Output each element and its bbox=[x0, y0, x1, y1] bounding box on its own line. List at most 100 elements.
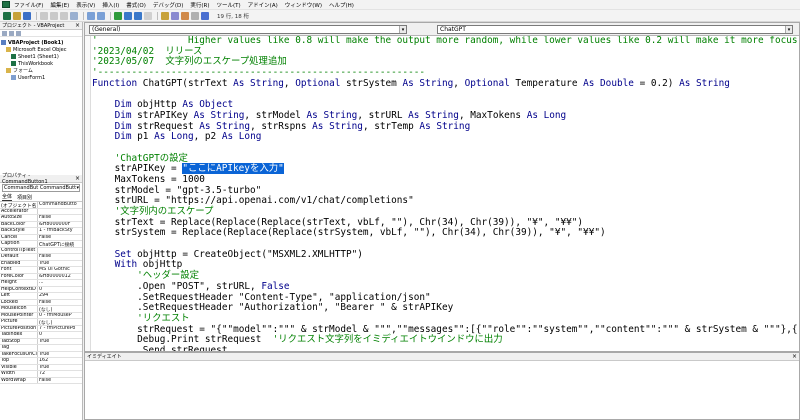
code-editor[interactable]: ' Higher values like 0.8 will make the o… bbox=[85, 36, 797, 351]
property-value[interactable]: &H80000012 bbox=[38, 274, 82, 280]
property-value[interactable]: False bbox=[38, 300, 82, 306]
procedure-combo[interactable]: ChatGPT ▾ bbox=[437, 25, 793, 34]
property-value[interactable] bbox=[38, 248, 82, 254]
code-keyword: As String bbox=[193, 109, 245, 121]
sheet-icon bbox=[11, 54, 16, 59]
object-combo[interactable]: (General) ▾ bbox=[89, 25, 407, 34]
menu-file[interactable]: ファイル(F) bbox=[14, 1, 43, 9]
undo-icon[interactable] bbox=[87, 11, 95, 20]
tab-categorized[interactable]: 項目別 bbox=[17, 194, 32, 201]
help-icon[interactable] bbox=[201, 11, 209, 20]
toolbox-icon[interactable] bbox=[191, 11, 199, 20]
close-icon[interactable]: × bbox=[75, 175, 80, 182]
excel-app-icon[interactable] bbox=[2, 1, 10, 8]
code-line[interactable] bbox=[92, 143, 797, 154]
property-value[interactable]: 0 bbox=[38, 287, 82, 293]
code-comment: 'ヘッダー設定 bbox=[92, 270, 200, 282]
tab-alphabetic[interactable]: 全体 bbox=[2, 193, 13, 201]
code-line[interactable]: Function ChatGPT(strText As String, Opti… bbox=[92, 77, 797, 90]
property-name: TabIndex bbox=[0, 332, 38, 338]
property-name: Visible bbox=[0, 364, 38, 370]
menu-format[interactable]: 書式(O) bbox=[126, 1, 146, 9]
menu-debug[interactable]: デバッグ(D) bbox=[153, 1, 184, 9]
property-value[interactable]: True bbox=[38, 365, 82, 371]
tree-item-vbaproject[interactable]: VBAProject (Book1) bbox=[1, 39, 81, 46]
property-value[interactable]: ... bbox=[38, 280, 82, 286]
menu-window[interactable]: ウィンドウ(W) bbox=[285, 1, 322, 9]
code-token: ChatGPT(strText bbox=[137, 77, 234, 89]
code-line[interactable]: .SetRequestHeader "Authorization", "Bear… bbox=[92, 302, 797, 314]
copy-icon[interactable] bbox=[50, 11, 58, 20]
property-value[interactable]: False bbox=[38, 235, 82, 241]
properties-tabs: 全体 項目別 bbox=[0, 193, 82, 201]
menu-view[interactable]: 表示(V) bbox=[76, 1, 95, 9]
view-excel-icon[interactable] bbox=[3, 11, 11, 20]
property-value[interactable]: 72 bbox=[38, 371, 82, 377]
code-line[interactable]: Dim p1 As Long, p2 As Long bbox=[92, 131, 797, 143]
property-value[interactable]: True bbox=[38, 261, 82, 267]
pause-icon[interactable] bbox=[124, 11, 132, 20]
tree-item-thisworkbook[interactable]: ThisWorkbook bbox=[1, 60, 81, 67]
code-line[interactable]: strSystem = Replace(Replace(Replace(strS… bbox=[92, 228, 797, 239]
property-value[interactable]: 0 - fmMouseP bbox=[38, 313, 82, 319]
object-selector[interactable]: CommandBut CommandButt ▾ bbox=[2, 184, 80, 192]
property-value[interactable]: 294 bbox=[38, 293, 82, 299]
cut-icon[interactable] bbox=[40, 11, 48, 20]
property-value[interactable]: &H8000000F bbox=[38, 222, 82, 228]
properties-window-icon[interactable] bbox=[171, 11, 179, 20]
view-code-icon[interactable] bbox=[2, 31, 7, 36]
property-value[interactable] bbox=[38, 209, 82, 215]
code-text[interactable]: ' Higher values like 0.8 will make the o… bbox=[92, 36, 797, 351]
paste-icon[interactable] bbox=[60, 11, 68, 20]
view-object-icon[interactable] bbox=[9, 31, 14, 36]
object-browser-icon[interactable] bbox=[181, 11, 189, 20]
property-value[interactable]: 1 - fmBackSty bbox=[38, 228, 82, 234]
property-value[interactable]: 162 bbox=[38, 358, 82, 364]
tree-item-excel-objects[interactable]: Microsoft Excel Objec bbox=[1, 46, 81, 53]
design-mode-icon[interactable] bbox=[144, 11, 152, 20]
tree-item-forms[interactable]: フォーム bbox=[1, 67, 81, 74]
property-value[interactable]: (なし) bbox=[38, 319, 82, 325]
immediate-window[interactable]: イミディエイト × bbox=[84, 352, 800, 420]
tree-item-userform1[interactable]: UserForm1 bbox=[1, 74, 81, 81]
property-value[interactable]: True bbox=[38, 339, 82, 345]
property-row[interactable]: WordWrap False bbox=[0, 377, 82, 384]
property-value[interactable]: (なし) bbox=[38, 306, 82, 312]
tree-item-sheet1[interactable]: Sheet1 (Sheet1) bbox=[1, 53, 81, 60]
property-value[interactable]: CommandButto bbox=[38, 202, 82, 208]
save-icon[interactable] bbox=[23, 11, 31, 20]
code-line[interactable]: .Send strRequest bbox=[92, 345, 797, 351]
menu-addins[interactable]: アドイン(A) bbox=[248, 1, 278, 9]
property-value[interactable]: 0 bbox=[38, 332, 82, 338]
code-keyword: Dim bbox=[114, 131, 132, 143]
close-icon[interactable]: × bbox=[792, 353, 797, 360]
project-explorer-icon[interactable] bbox=[161, 11, 169, 20]
property-value[interactable]: ChatGPTに接続 bbox=[38, 241, 82, 247]
property-value[interactable]: False bbox=[38, 215, 82, 221]
menu-help[interactable]: ヘルプ(H) bbox=[329, 1, 354, 9]
menu-insert[interactable]: 挿入(I) bbox=[102, 1, 119, 9]
menu-edit[interactable]: 編集(E) bbox=[50, 1, 69, 9]
menu-run[interactable]: 実行(R) bbox=[190, 1, 209, 9]
menu-tools[interactable]: ツール(T) bbox=[217, 1, 241, 9]
reset-icon[interactable] bbox=[134, 11, 142, 20]
close-icon[interactable]: × bbox=[75, 22, 80, 29]
code-keyword: As String bbox=[306, 109, 358, 121]
find-icon[interactable] bbox=[70, 11, 78, 20]
procedure-combo-value: ChatGPT bbox=[440, 26, 466, 33]
code-line[interactable]: Set objHttp = CreateObject("MSXML2.XMLHT… bbox=[92, 249, 797, 261]
insert-userform-icon[interactable] bbox=[13, 11, 21, 20]
property-value[interactable]: MS UI Gothic bbox=[38, 267, 82, 273]
code-token: objHttp bbox=[131, 99, 183, 111]
redo-icon[interactable] bbox=[97, 11, 105, 20]
property-value[interactable]: 7 - fmPicturePo bbox=[38, 326, 82, 332]
toggle-folders-icon[interactable] bbox=[16, 31, 21, 36]
property-value[interactable]: False bbox=[38, 378, 82, 384]
property-value[interactable]: False bbox=[38, 254, 82, 260]
property-value[interactable] bbox=[38, 345, 82, 351]
run-icon[interactable] bbox=[114, 11, 122, 20]
toolbar-separator bbox=[83, 11, 84, 20]
property-value[interactable]: True bbox=[38, 352, 82, 358]
margin-indicator-bar[interactable] bbox=[85, 36, 91, 351]
